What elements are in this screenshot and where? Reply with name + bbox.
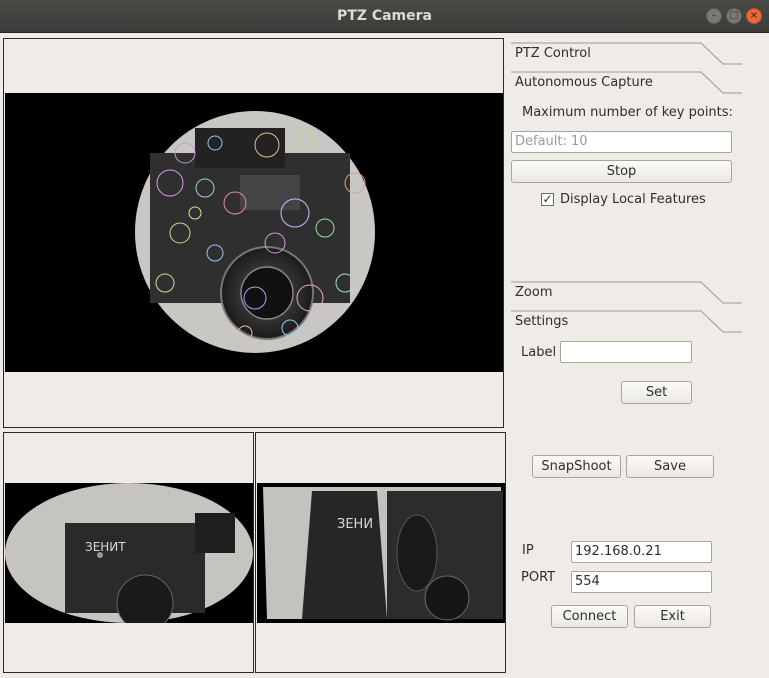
max-keypoints-label: Maximum number of key points: bbox=[522, 105, 733, 120]
max-keypoints-input[interactable]: Default: 10 bbox=[511, 131, 732, 153]
snapshot-button[interactable]: SnapShoot bbox=[532, 455, 621, 478]
tab-zoom-label: Zoom bbox=[515, 285, 553, 300]
right-camera-panel: ЗЕНИ bbox=[255, 432, 506, 673]
right-camera-brand-text: ЗЕНИ bbox=[337, 517, 373, 532]
right-camera-view[interactable]: ЗЕНИ bbox=[257, 483, 505, 623]
close-icon[interactable]: × bbox=[746, 8, 762, 24]
tab-ptz-control[interactable]: PTZ Control bbox=[511, 41, 742, 67]
tab-settings[interactable]: Settings bbox=[511, 309, 742, 335]
set-button[interactable]: Set bbox=[621, 381, 692, 404]
left-camera-view[interactable]: ЗЕНИТ bbox=[5, 483, 253, 623]
port-input[interactable]: 554 bbox=[571, 571, 712, 593]
connect-button[interactable]: Connect bbox=[551, 605, 628, 628]
left-camera-brand-text: ЗЕНИТ bbox=[85, 540, 126, 554]
main-camera-panel bbox=[3, 38, 504, 428]
ip-input[interactable]: 192.168.0.21 bbox=[571, 541, 712, 563]
minimize-icon[interactable]: – bbox=[706, 8, 722, 24]
display-features-checkbox[interactable]: ✓ bbox=[541, 193, 554, 206]
window-title: PTZ Camera bbox=[337, 8, 432, 24]
maximize-icon[interactable]: □ bbox=[726, 8, 742, 24]
tab-settings-label: Settings bbox=[515, 314, 569, 329]
right-camera-image: ЗЕНИ bbox=[263, 487, 503, 621]
display-features-label: Display Local Features bbox=[560, 192, 706, 207]
left-camera-panel: ЗЕНИТ bbox=[3, 432, 254, 673]
stop-button[interactable]: Stop bbox=[511, 160, 732, 183]
label-field-label: Label bbox=[521, 345, 557, 360]
left-camera-image: ЗЕНИТ bbox=[5, 483, 253, 623]
title-bar: PTZ Camera – □ × bbox=[0, 0, 769, 33]
keypoints-image bbox=[135, 111, 375, 353]
port-label: PORT bbox=[521, 570, 556, 585]
tab-autonomous-capture-label: Autonomous Capture bbox=[515, 75, 653, 90]
ip-label: IP bbox=[522, 543, 534, 558]
exit-button[interactable]: Exit bbox=[634, 605, 711, 628]
tab-autonomous-capture[interactable]: Autonomous Capture bbox=[511, 70, 742, 96]
main-camera-view[interactable] bbox=[5, 93, 503, 372]
tab-zoom[interactable]: Zoom bbox=[511, 280, 742, 306]
tab-ptz-control-label: PTZ Control bbox=[515, 46, 591, 61]
label-input[interactable] bbox=[560, 341, 692, 363]
save-button[interactable]: Save bbox=[626, 455, 714, 478]
